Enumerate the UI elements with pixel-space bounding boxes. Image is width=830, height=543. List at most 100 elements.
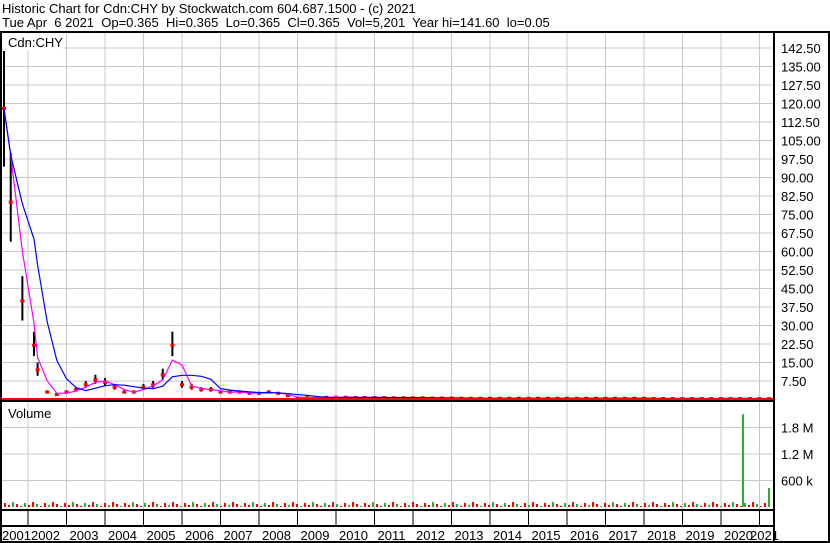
volume-bar <box>232 502 234 507</box>
volume-bar <box>316 504 318 507</box>
volume-bar <box>704 503 706 507</box>
volume-bar <box>640 506 642 507</box>
volume-bar <box>480 506 482 507</box>
volume-tick-label: 1.2 M <box>781 447 814 462</box>
x-tick-label: 2007 <box>224 528 253 543</box>
volume-bar <box>208 505 210 507</box>
volume-bar <box>500 506 502 507</box>
volume-spike-bar <box>768 488 770 507</box>
y-tick-label: 7.50 <box>781 374 806 389</box>
volume-bar <box>368 505 370 507</box>
volume-bar <box>696 504 698 507</box>
volume-bar <box>108 505 110 507</box>
volume-bar <box>508 505 510 507</box>
volume-bar <box>248 505 250 507</box>
close-mark <box>170 343 175 347</box>
volume-bar <box>524 503 526 507</box>
volume-bar <box>200 506 202 507</box>
volume-bar <box>736 504 738 507</box>
volume-bar <box>740 506 742 507</box>
volume-tick-label: 1.8 M <box>781 421 814 436</box>
volume-bar <box>752 502 754 507</box>
volume-bar <box>68 505 70 507</box>
close-mark <box>93 378 98 382</box>
volume-bar <box>116 504 118 507</box>
volume-bar <box>156 504 158 507</box>
volume-bar <box>300 506 302 507</box>
x-tick-label: 2019 <box>686 528 715 543</box>
volume-bar <box>572 502 574 507</box>
volume-bar <box>708 505 710 507</box>
volume-bar <box>44 503 46 507</box>
y-tick-label: 97.50 <box>781 152 814 167</box>
volume-bar <box>592 502 594 507</box>
volume-bar <box>24 503 26 507</box>
volume-bar <box>260 506 262 507</box>
y-tick-label: 37.50 <box>781 300 814 315</box>
volume-bar <box>132 502 134 507</box>
x-tick-label: 2016 <box>570 528 599 543</box>
volume-bar <box>344 503 346 507</box>
volume-bar <box>264 503 266 507</box>
volume-bar <box>152 502 154 507</box>
volume-bar <box>128 505 130 507</box>
volume-label: Volume <box>8 406 51 421</box>
volume-bar <box>192 502 194 507</box>
volume-bar <box>96 504 98 507</box>
y-tick-label: 30.00 <box>781 319 814 334</box>
volume-spike-bar <box>742 414 744 507</box>
symbol-label: Cdn:CHY <box>8 35 63 50</box>
volume-bar <box>416 504 418 507</box>
volume-bar <box>356 504 358 507</box>
volume-bar <box>756 504 758 507</box>
volume-bar <box>548 505 550 507</box>
volume-bar <box>460 506 462 507</box>
volume-bar <box>324 503 326 507</box>
volume-bar <box>564 503 566 507</box>
volume-bar <box>744 503 746 507</box>
volume-bar <box>148 505 150 507</box>
y-tick-label: 67.50 <box>781 226 814 241</box>
volume-bar <box>440 506 442 507</box>
y-tick-label: 52.50 <box>781 263 814 278</box>
volume-tick-label: 600 k <box>781 474 813 489</box>
volume-bar <box>372 502 374 507</box>
volume-bar <box>284 503 286 507</box>
volume-bar <box>428 505 430 507</box>
close-mark <box>83 383 88 387</box>
volume-bar <box>332 502 334 507</box>
volume-bar <box>712 502 714 507</box>
volume-bar <box>308 505 310 507</box>
volume-bar <box>236 504 238 507</box>
volume-bar <box>224 503 226 507</box>
close-mark <box>180 383 184 387</box>
volume-bar <box>92 502 94 507</box>
volume-bar <box>728 505 730 507</box>
volume-bar <box>404 503 406 507</box>
volume-bar <box>268 505 270 507</box>
volume-bar <box>172 502 174 507</box>
x-tick-label: 2020 <box>724 528 753 543</box>
volume-bar <box>684 503 686 507</box>
volume-bar <box>520 506 522 507</box>
close-mark <box>35 368 40 372</box>
y-tick-label: 142.50 <box>781 41 821 56</box>
volume-bar <box>60 506 62 507</box>
y-tick-label: 45.00 <box>781 282 814 297</box>
volume-bar <box>668 505 670 507</box>
volume-bar <box>540 506 542 507</box>
volume-bar <box>384 503 386 507</box>
y-tick-label: 82.50 <box>781 189 814 204</box>
y-tick-label: 90.00 <box>781 171 814 186</box>
volume-bar <box>544 503 546 507</box>
volume-bar <box>576 504 578 507</box>
volume-bar <box>292 502 294 507</box>
volume-bar <box>444 503 446 507</box>
volume-bar <box>760 506 762 507</box>
volume-bar <box>48 505 50 507</box>
x-tick-label: 2015 <box>532 528 561 543</box>
x-tick-label: 2008 <box>262 528 291 543</box>
x-tick-label: 2011 <box>378 528 406 543</box>
volume-bar <box>748 505 750 507</box>
close-mark <box>45 390 50 394</box>
